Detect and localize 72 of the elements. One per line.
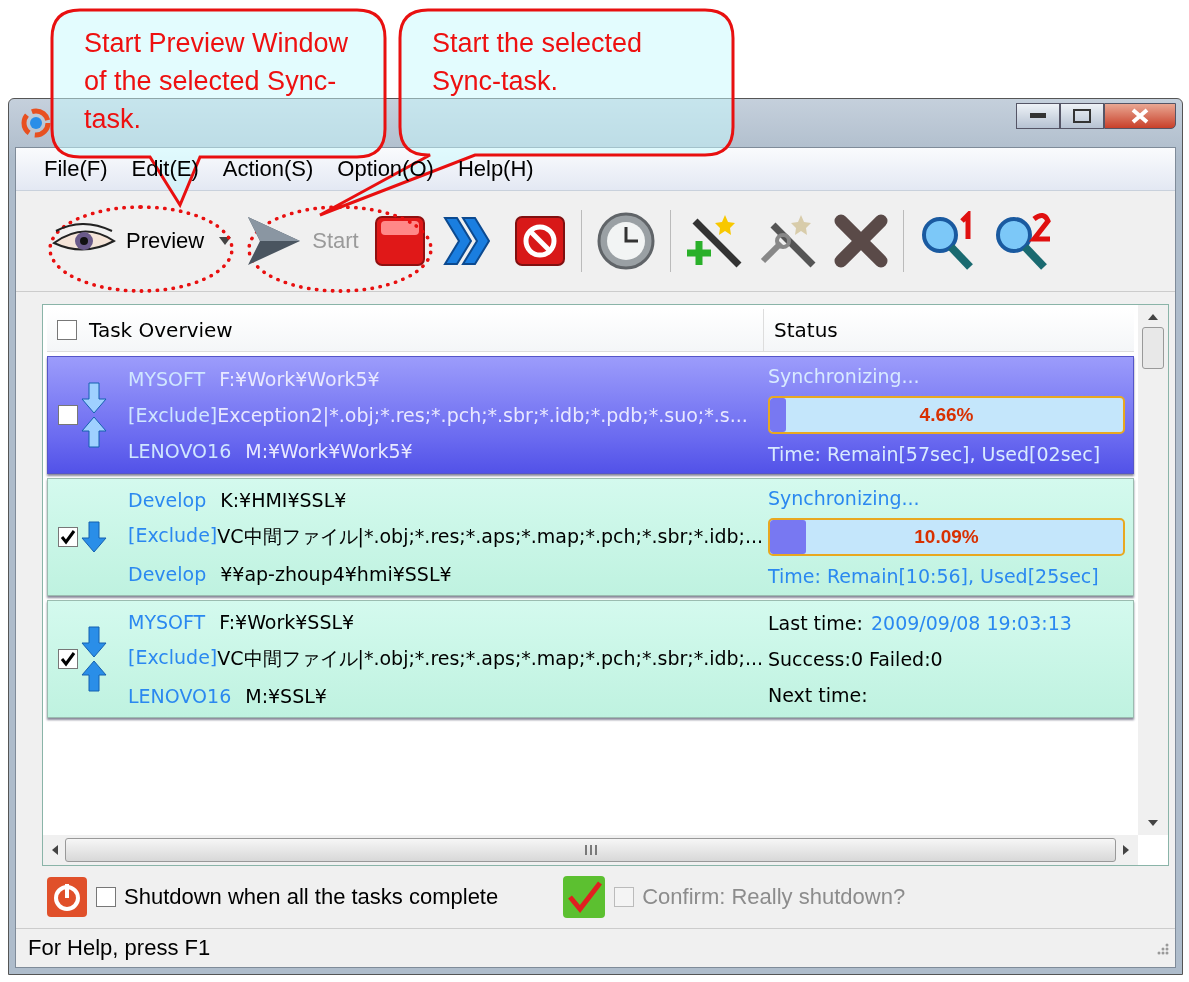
target-name: LENOVO16 (128, 684, 232, 707)
grip-icon (582, 845, 599, 855)
exclude-label: [Exclude] (128, 646, 218, 670)
close-icon (1130, 108, 1150, 124)
scroll-left-arrow-icon[interactable] (51, 844, 59, 856)
checkbox[interactable] (58, 649, 78, 669)
menu-item[interactable]: Action(S) (212, 152, 324, 186)
maximize-icon (1073, 109, 1091, 123)
exclude-label: [Exclude] (128, 404, 218, 426)
vertical-scrollbar[interactable] (1138, 305, 1168, 835)
scroll-down-arrow-icon[interactable] (1147, 819, 1159, 827)
source-name: Develop (128, 489, 207, 512)
delete-x-icon[interactable] (832, 213, 889, 269)
app-logo-icon (21, 108, 51, 138)
task-row[interactable]: MYSOFT F:¥Work¥SSL¥ [Exclude]VC中間ファイル|*.obj;*.res;*.aps;*.map;*.pch;*.sbr;*.idb;... LENOVO16 M:¥SSL¥ Last time: 2009/09/08 19:03:13 Success:0 Failed:0 Next time: (47, 600, 1134, 718)
sync-arrows-icon (80, 625, 108, 693)
power-icon (46, 876, 88, 918)
target-name: LENOVO16 (128, 440, 232, 462)
scroll-thumb[interactable] (1142, 327, 1164, 369)
scroll-up-arrow-icon[interactable] (1147, 313, 1159, 321)
shutdown-label: Shutdown when all the tasks complete (124, 884, 499, 910)
clock-icon[interactable] (595, 211, 656, 271)
preview-button[interactable]: Preview (52, 223, 205, 259)
source-name: MYSOFT (128, 368, 206, 390)
source-path: F:¥Work¥Work5¥ (219, 368, 380, 390)
source-path: K:¥HMI¥SSL¥ (220, 489, 347, 512)
target-name: Develop (128, 562, 207, 585)
result-counts: Success:0 Failed:0 (768, 648, 944, 670)
progress-reading: 10.09% (913, 525, 980, 549)
next-time-label: Next time: (768, 684, 869, 706)
exclude-pattern: Exception2|*.obj;*.res;*.pch;*.sbr;*.idb;*.pdb;*.suo;*.s... (217, 404, 748, 426)
exclude-pattern: VC中間ファイル|*.obj;*.res;*.aps;*.map;*.pch;*.sbr;*.idb;... (217, 524, 764, 550)
checkbox[interactable] (57, 320, 77, 340)
callout-text: Start the selected Sync-task. (432, 27, 644, 98)
scroll-right-arrow-icon[interactable] (1122, 844, 1130, 856)
checkmark-icon (562, 875, 607, 919)
menu-item[interactable]: Help(H) (447, 152, 544, 186)
status-text: Synchronizing... (768, 365, 921, 388)
status-text: For Help, press F1 (28, 935, 211, 961)
checkbox[interactable] (58, 405, 78, 425)
time-text: Time: Remain[57sec], Used[02sec] (768, 442, 1102, 465)
source-path: F:¥Work¥SSL¥ (219, 611, 355, 634)
task-row[interactable]: Develop K:¥HMI¥SSL¥ [Exclude]VC中間ファイル|*.obj;*.res;*.aps;*.map;*.pch;*.sbr;*.idb;... Develop ¥¥ap-zhoup4¥hmi¥SSL¥ Synchronizing... 10.09% Time: Remain[10:56], Used[25sec] (47, 478, 1134, 596)
progress-reading: 4.66% (918, 403, 975, 427)
last-time-value: 2009/09/08 19:03:13 (870, 612, 1072, 634)
close-button[interactable] (1104, 103, 1176, 129)
sync-arrows-icon (80, 381, 108, 449)
exclude-label: [Exclude] (128, 524, 218, 548)
stop-icon[interactable] (372, 214, 427, 268)
task-row[interactable]: MYSOFT F:¥Work¥Work5¥ [Exclude]Exception2|*.obj;*.res;*.pch;*.sbr;*.idb;*.pdb;*.suo;*.s... LENOVO16 M:¥Work¥Work5¥ Synchronizing... 4.66% Time: Remain[57sec], Used[02sec] (47, 356, 1134, 474)
last-time-label: Last time: (768, 612, 863, 634)
minimize-button[interactable] (1016, 103, 1060, 129)
column-header: Status (774, 318, 838, 342)
checkbox[interactable] (96, 887, 116, 907)
cancel-icon[interactable] (512, 214, 567, 268)
column-header: Task Overview (89, 318, 233, 342)
menu-item[interactable]: File(F) (34, 152, 118, 186)
confirm-label: Confirm: Really shutdown? (642, 884, 906, 910)
maximize-button[interactable] (1060, 103, 1104, 129)
target-path: M:¥SSL¥ (245, 684, 327, 707)
exclude-pattern: VC中間ファイル|*.obj;*.res;*.aps;*.map;*.pch;*.sbr;*.idb;... (217, 646, 764, 672)
checkbox[interactable] (58, 527, 78, 547)
source-name: MYSOFT (128, 611, 206, 634)
down-arrow-icon (80, 520, 108, 554)
minimize-icon (1030, 113, 1046, 119)
horizontal-scrollbar[interactable] (43, 835, 1138, 865)
target-path: ¥¥ap-zhoup4¥hmi¥SSL¥ (220, 562, 452, 585)
resize-grip-icon[interactable] (1155, 941, 1169, 955)
target-path: M:¥Work¥Work5¥ (245, 440, 413, 462)
status-text: Synchronizing... (768, 487, 921, 510)
callout-text: Start Preview Window of the selected Sync-task. (84, 27, 350, 136)
time-text: Time: Remain[10:56], Used[25sec] (768, 564, 1100, 587)
